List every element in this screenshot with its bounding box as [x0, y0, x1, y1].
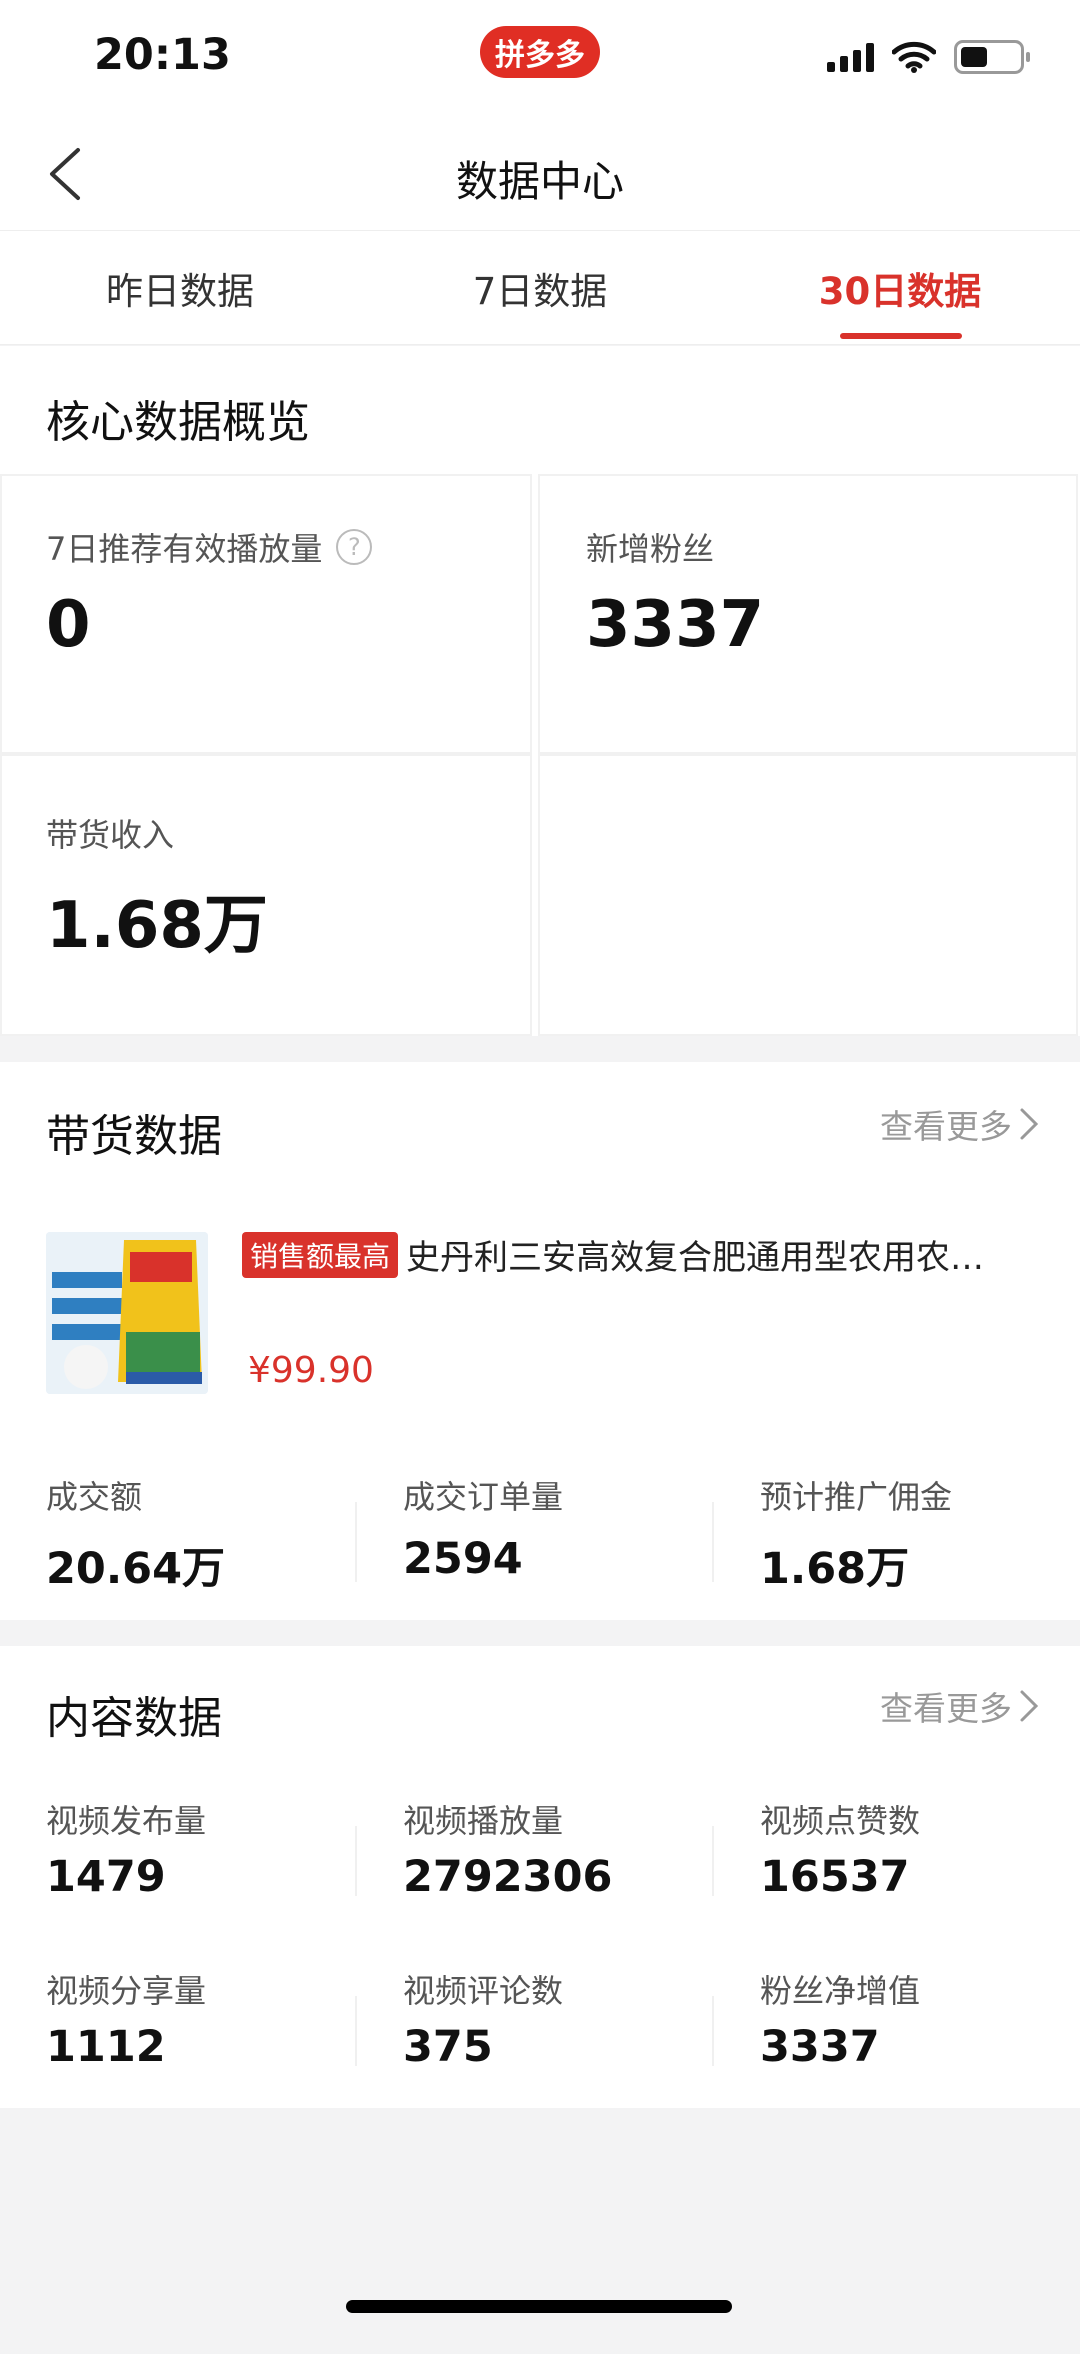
overview-card: 新增粉丝 3337: [538, 474, 1078, 754]
wifi-icon: [892, 41, 936, 73]
tab-7-days[interactable]: 7日数据: [440, 261, 640, 315]
stat-label: 视频播放量: [403, 1802, 564, 1840]
stat-value: 1479: [46, 1852, 166, 1902]
card-label: 带货收入: [46, 816, 175, 854]
best-seller-badge: 销售额最高: [242, 1232, 399, 1278]
divider: [355, 1996, 357, 2066]
divider: [712, 1826, 714, 1896]
section-title: 核心数据概览: [46, 397, 310, 448]
see-more-label: 查看更多: [880, 1689, 1012, 1728]
content-data-section: 内容数据 查看更多 视频发布量 1479 视频播放量 2792306 视频点赞数…: [0, 1646, 1080, 2108]
stat-value: 2792306: [403, 1852, 613, 1902]
stat-label: 预计推广佣金: [760, 1478, 953, 1516]
divider: [712, 1996, 714, 2066]
product-thumbnail[interactable]: [46, 1232, 208, 1394]
overview-card: 7日推荐有效播放量 ? 0: [0, 474, 532, 754]
home-indicator[interactable]: [346, 2300, 732, 2313]
card-label: 7日推荐有效播放量 ?: [46, 524, 373, 570]
stat-value: 20.64万: [46, 1544, 226, 1594]
stat-label: 视频点赞数: [760, 1802, 921, 1840]
see-more-link[interactable]: 查看更多: [880, 1682, 1040, 1730]
chevron-right-icon: [1020, 1690, 1039, 1722]
card-label: 新增粉丝: [586, 530, 715, 568]
tab-bar: 昨日数据 7日数据 30日数据: [0, 230, 1080, 345]
status-time: 20:13: [94, 30, 231, 80]
divider: [355, 1826, 357, 1896]
stat-label: 视频分享量: [46, 1972, 207, 2010]
stat-value: 1.68万: [760, 1544, 910, 1594]
divider: [355, 1502, 357, 1582]
section-title: 带货数据: [46, 1111, 222, 1162]
stat-label: 成交额: [46, 1478, 143, 1516]
page-title: 数据中心: [455, 157, 624, 206]
stat-value: 16537: [760, 1852, 910, 1902]
product-price: ¥99.90: [248, 1350, 374, 1391]
stat-value: 375: [403, 2022, 493, 2072]
chevron-right-icon: [1020, 1108, 1039, 1140]
card-label-text: 7日推荐有效播放量: [46, 530, 323, 568]
help-icon[interactable]: ?: [336, 529, 373, 565]
status-icons: [827, 40, 1030, 74]
overview-card: 带货收入 1.68万: [0, 754, 532, 1036]
fertilizer-bag-image: [46, 1232, 208, 1394]
see-more-label: 查看更多: [880, 1107, 1012, 1146]
stat-label: 视频发布量: [46, 1802, 207, 1840]
product-name[interactable]: 史丹利三安高效复合肥通用型农用农…: [406, 1230, 1046, 1279]
stat-value: 3337: [760, 2022, 880, 2072]
signal-icon: [827, 42, 874, 72]
divider: [712, 1502, 714, 1582]
core-overview-section: 核心数据概览 7日推荐有效播放量 ? 0 新增粉丝 3337 带货收入 1.68…: [0, 346, 1080, 1036]
card-value: 1.68万: [46, 889, 268, 963]
stat-label: 成交订单量: [403, 1478, 564, 1516]
stat-value: 2594: [403, 1534, 523, 1584]
active-tab-indicator: [840, 333, 962, 339]
status-bar: 20:13 拼多多: [0, 0, 1080, 118]
sales-data-section: 带货数据 查看更多 销售额最高 史丹利三安高效复合肥通用型农用农… ¥99.90…: [0, 1062, 1080, 1620]
app-badge: 拼多多: [480, 26, 600, 78]
battery-icon: [954, 40, 1030, 74]
tab-yesterday[interactable]: 昨日数据: [80, 261, 280, 315]
section-title: 内容数据: [46, 1693, 222, 1744]
stat-label: 视频评论数: [403, 1972, 564, 2010]
tab-30-days[interactable]: 30日数据: [800, 261, 1000, 315]
nav-bar: 数据中心: [0, 118, 1080, 230]
card-value: 0: [46, 588, 91, 662]
overview-card-empty: [538, 754, 1078, 1036]
stat-value: 1112: [46, 2022, 166, 2072]
card-value: 3337: [586, 588, 765, 662]
see-more-link[interactable]: 查看更多: [880, 1100, 1040, 1148]
stat-label: 粉丝净增值: [760, 1972, 921, 2010]
